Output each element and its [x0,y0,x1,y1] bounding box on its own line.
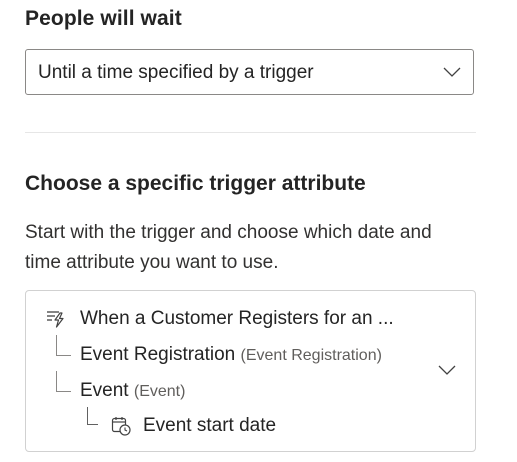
attribute-event-start-date[interactable]: Event start date [143,415,276,437]
trigger-attribute-title: Choose a specific trigger attribute [25,172,366,195]
wait-type-dropdown[interactable]: Until a time specified by a trigger [25,49,474,95]
tree-connector [56,335,71,356]
section-divider [25,132,476,133]
tree-item-event: Event (Event) [80,380,185,402]
entity-type: (Event Registration) [240,347,382,364]
calendar-clock-icon [111,417,131,436]
wait-type-selected-value: Until a time specified by a trigger [38,62,314,83]
wait-label: People will wait [25,7,182,30]
trigger-attribute-description: Start with the trigger and choose which … [25,222,432,273]
trigger-attribute-picker[interactable]: When a Customer Registers for an ... Eve… [25,290,476,452]
trigger-icon [47,311,64,328]
trigger-name: When a Customer Registers for an ... [80,308,394,329]
chevron-down-icon[interactable] [438,364,456,376]
wait-settings-panel: People will wait Until a time specified … [0,0,517,462]
entity-label: Event Registration [80,344,236,365]
tree-connector [56,371,71,392]
entity-label: Event [80,380,129,401]
entity-type: (Event) [133,383,186,400]
chevron-down-icon [443,67,461,77]
tree-item-event-registration: Event Registration (Event Registration) [80,344,382,366]
tree-connector [87,407,98,425]
